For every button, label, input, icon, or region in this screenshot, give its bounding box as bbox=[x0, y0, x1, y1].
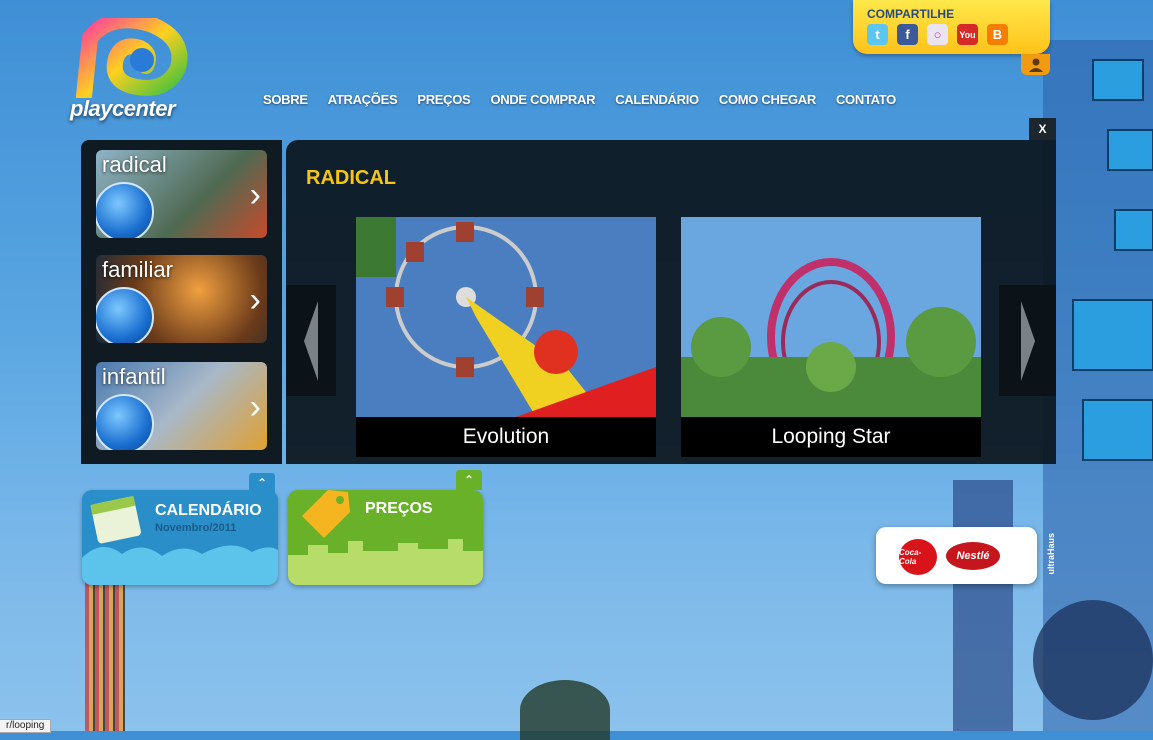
category-familiar-label: familiar bbox=[102, 257, 173, 282]
background-tower bbox=[85, 560, 125, 731]
blogger-icon[interactable]: B bbox=[987, 24, 1008, 45]
clouds-decoration bbox=[82, 545, 278, 585]
carousel-title: RADICAL bbox=[306, 167, 396, 189]
slide-caption: Looping Star bbox=[681, 417, 981, 457]
nav-como-chegar[interactable]: COMO CHEGAR bbox=[709, 90, 826, 109]
prices-expand-button[interactable]: ⌃ bbox=[456, 470, 482, 490]
logo-mark-icon bbox=[76, 12, 188, 104]
user-login-button[interactable] bbox=[1021, 54, 1050, 75]
chevron-right-icon: › bbox=[249, 176, 261, 214]
main-nav: SOBRE ATRAÇÕES PREÇOS ONDE COMPRAR CALEN… bbox=[253, 90, 906, 109]
agency-credit[interactable]: ultraHaus bbox=[1046, 533, 1056, 575]
price-tag-icon bbox=[302, 490, 350, 538]
nestle-logo[interactable]: Nestlé bbox=[946, 542, 1000, 570]
playcenter-logo[interactable]: playcenter bbox=[70, 12, 190, 128]
familiar-face-icon bbox=[96, 287, 154, 343]
arrow-left-icon bbox=[304, 300, 318, 381]
attractions-carousel: RADICAL Evolution Looping Star bbox=[286, 140, 1056, 464]
calendar-title: CALENDÁRIO bbox=[155, 502, 262, 519]
slide-evolution[interactable]: Evolution bbox=[356, 217, 656, 457]
category-infantil-label: infantil bbox=[102, 364, 166, 389]
user-icon bbox=[1028, 58, 1043, 72]
category-radical[interactable]: radical › bbox=[96, 150, 267, 238]
prices-card[interactable]: PREÇOS bbox=[288, 490, 483, 585]
close-button[interactable]: X bbox=[1029, 118, 1056, 140]
background-tree bbox=[520, 680, 610, 740]
youtube-icon[interactable]: You bbox=[957, 24, 978, 45]
nav-calendario[interactable]: CALENDÁRIO bbox=[605, 90, 709, 109]
logo-wordmark: playcenter bbox=[70, 96, 176, 121]
share-icons: t f ○ You B bbox=[867, 24, 1008, 45]
nav-contato[interactable]: CONTATO bbox=[826, 90, 906, 109]
calendar-month: Novembro/2011 bbox=[155, 522, 237, 534]
category-infantil[interactable]: infantil › bbox=[96, 362, 267, 450]
coca-cola-logo[interactable]: Coca-Cola bbox=[899, 539, 937, 575]
calendar-icon bbox=[90, 495, 141, 544]
double-chevron-up-icon: ⌃ bbox=[256, 476, 268, 490]
sponsors-box: Coca-Cola Nestlé bbox=[876, 527, 1037, 584]
twitter-icon[interactable]: t bbox=[867, 24, 888, 45]
category-panel: radical › familiar › infantil › bbox=[81, 140, 282, 464]
orkut-icon[interactable]: ○ bbox=[927, 24, 948, 45]
carousel-next-button[interactable] bbox=[999, 285, 1056, 396]
chevron-right-icon: › bbox=[249, 388, 261, 426]
nav-precos[interactable]: PREÇOS bbox=[407, 90, 480, 109]
radical-face-icon bbox=[96, 182, 154, 238]
skyline-decoration bbox=[288, 539, 483, 585]
share-title: COMPARTILHE bbox=[867, 7, 955, 21]
nav-sobre[interactable]: SOBRE bbox=[253, 90, 318, 109]
double-chevron-up-icon: ⌃ bbox=[463, 473, 475, 487]
calendar-expand-button[interactable]: ⌃ bbox=[249, 473, 275, 493]
carousel-prev-button[interactable] bbox=[286, 285, 336, 396]
category-familiar[interactable]: familiar › bbox=[96, 255, 267, 343]
facebook-icon[interactable]: f bbox=[897, 24, 918, 45]
prices-title: PREÇOS bbox=[365, 500, 433, 517]
nav-atracoes[interactable]: ATRAÇÕES bbox=[318, 90, 408, 109]
arrow-right-icon bbox=[1020, 300, 1035, 381]
chevron-right-icon: › bbox=[249, 281, 261, 319]
share-box: COMPARTILHE t f ○ You B bbox=[853, 0, 1050, 54]
slide-caption: Evolution bbox=[356, 417, 656, 457]
nav-onde-comprar[interactable]: ONDE COMPRAR bbox=[480, 90, 605, 109]
category-radical-label: radical bbox=[102, 152, 167, 177]
slide-looping-star[interactable]: Looping Star bbox=[681, 217, 981, 457]
looping-star-photo bbox=[681, 217, 981, 417]
infantil-face-icon bbox=[96, 394, 154, 450]
calendar-card[interactable]: CALENDÁRIO Novembro/2011 bbox=[82, 490, 278, 585]
evolution-photo bbox=[356, 217, 656, 417]
